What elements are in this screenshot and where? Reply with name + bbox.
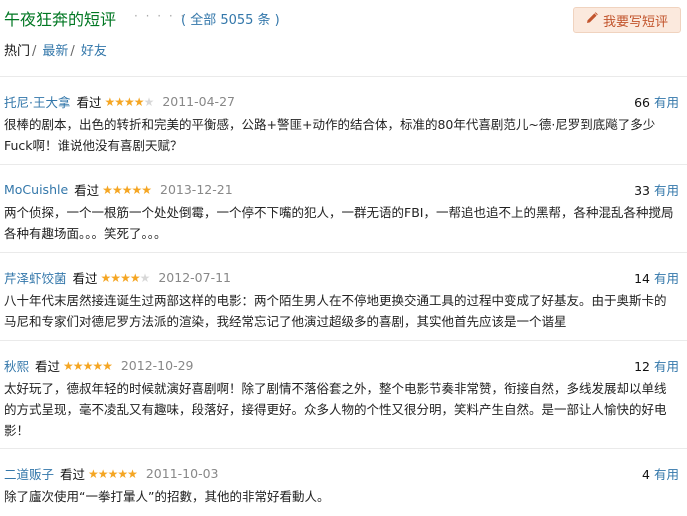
review-item: 二道贩子 看过 ★★★★★ 2011-10-03 4 有用 除了廬次使用“一拳打暈… (0, 448, 687, 516)
rating-stars: ★★★★★ (102, 182, 152, 197)
star-filled-icon: ★ (117, 466, 128, 481)
useful-button[interactable]: 有用 (654, 95, 679, 110)
review-status: 看过 (76, 95, 102, 110)
star-empty-icon: ★ (139, 270, 151, 285)
review-date: 2012-10-29 (120, 358, 194, 373)
star-filled-icon: ★ (63, 358, 74, 373)
star-filled-icon: ★ (133, 94, 145, 109)
review-user-link[interactable]: MoCuishle (4, 182, 68, 197)
review-date: 2011-04-27 (162, 94, 235, 109)
review-user-link[interactable]: 二道贩子 (4, 464, 54, 483)
star-filled-icon: ★ (120, 270, 131, 285)
review-user-link[interactable]: 芹泽虾饺菌 (4, 268, 67, 287)
review-item: 芹泽虾饺菌 看过 ★★★★★ 2012-07-11 14 有用 八十年代末居然接连… (0, 252, 687, 341)
filter-separator: / (32, 44, 37, 59)
rating-stars: ★★★★★ (100, 270, 151, 285)
useful-count: 14 (634, 271, 650, 286)
review-date: 2013-12-21 (160, 182, 233, 197)
review-status: 看过 (60, 467, 86, 482)
all-comments-count-link[interactable]: ( 全部 5055 条 ) (181, 9, 280, 28)
rating-stars: ★★★★★ (63, 358, 113, 373)
star-filled-icon: ★ (114, 94, 125, 109)
star-filled-icon: ★ (107, 466, 119, 481)
write-comment-button[interactable]: 我要写短评 (573, 7, 681, 33)
review-text: 除了廬次使用“一拳打暈人”的招數，其他的非常好看動人。 (4, 489, 330, 504)
useful-button[interactable]: 有用 (654, 467, 679, 482)
useful-button[interactable]: 有用 (654, 359, 679, 374)
review-date: 2012-07-11 (158, 270, 232, 285)
useful-button[interactable]: 有用 (654, 183, 679, 198)
review-text: 太好玩了，德叔年轻的时候就演好喜剧啊！除了剧情不落俗套之外，整个电影节奏非常赞，… (4, 381, 667, 438)
useful-button[interactable]: 有用 (654, 271, 679, 286)
filter-hot[interactable]: 热门 (4, 44, 30, 59)
star-filled-icon: ★ (97, 466, 109, 481)
star-filled-icon: ★ (110, 270, 121, 285)
star-filled-icon: ★ (102, 182, 113, 197)
star-filled-icon: ★ (124, 94, 135, 109)
star-filled-icon: ★ (111, 182, 123, 197)
filter-latest[interactable]: 最新 (42, 44, 68, 59)
useful-count: 12 (634, 359, 650, 374)
useful-count: 4 (642, 467, 650, 482)
comments-header: 午夜狂奔的短评 · · · · · · ( 全部 5055 条 ) 我要写短评 (4, 4, 687, 33)
filter-separator: / (70, 44, 75, 59)
review-text: 八十年代末居然接连诞生过两部这样的电影：两个陌生男人在不停地更换交通工具的过程中… (4, 293, 667, 329)
review-user-link[interactable]: 托尼·王大拿 (4, 92, 70, 111)
useful-count: 33 (634, 183, 650, 198)
rating-stars: ★★★★★ (88, 466, 138, 481)
review-text: 两个侦探，一个一根筋一个处处倒霉，一个停不下嘴的犯人，一群无语的FBI，一帮追也… (4, 205, 674, 241)
sort-filters: 热门 / 最新 / 好友 (4, 40, 107, 59)
filter-friends[interactable]: 好友 (81, 44, 107, 59)
star-filled-icon: ★ (141, 182, 152, 197)
star-filled-icon: ★ (129, 270, 141, 285)
star-filled-icon: ★ (88, 466, 99, 481)
star-filled-icon: ★ (127, 466, 138, 481)
star-filled-icon: ★ (100, 270, 112, 285)
star-filled-icon: ★ (92, 358, 103, 373)
review-item: 秋熙 看过 ★★★★★ 2012-10-29 12 有用 太好玩了，德叔年轻的时候… (0, 340, 687, 449)
review-text: 很棒的剧本，出色的转折和完美的平衡感，公路+警匪+动作的结合体，标准的80年代喜… (4, 117, 656, 153)
review-user-link[interactable]: 秋熙 (4, 356, 29, 375)
star-filled-icon: ★ (121, 182, 133, 197)
review-item: MoCuishle 看过 ★★★★★ 2013-12-21 33 有用 两个侦探，… (0, 164, 687, 253)
review-status: 看过 (35, 359, 61, 374)
star-empty-icon: ★ (143, 94, 155, 109)
review-status: 看过 (74, 183, 100, 198)
pencil-icon (586, 12, 598, 28)
star-filled-icon: ★ (131, 182, 142, 197)
useful-count: 66 (634, 95, 650, 110)
review-status: 看过 (72, 271, 98, 286)
write-comment-label: 我要写短评 (602, 14, 668, 30)
review-item: 托尼·王大拿 看过 ★★★★★ 2011-04-27 66 有用 很棒的剧本，出色… (0, 76, 687, 165)
review-date: 2011-10-03 (145, 466, 219, 481)
page-title: 午夜狂奔的短评 (4, 10, 117, 29)
star-filled-icon: ★ (104, 94, 116, 109)
star-filled-icon: ★ (72, 358, 84, 373)
rating-stars: ★★★★★ (104, 94, 155, 109)
star-filled-icon: ★ (82, 358, 94, 373)
star-filled-icon: ★ (102, 358, 113, 373)
